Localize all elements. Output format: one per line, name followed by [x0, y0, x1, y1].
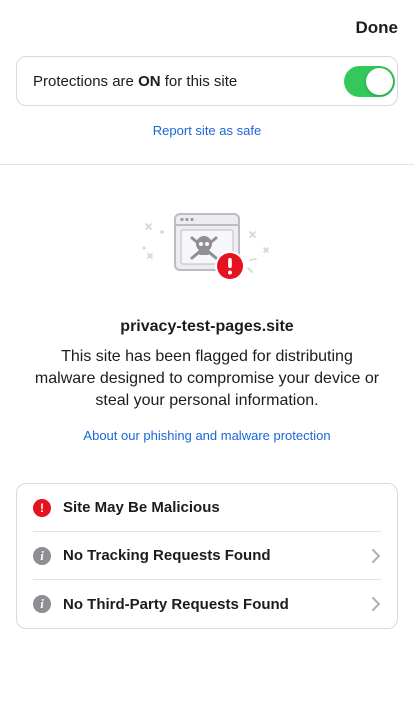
status-label: Site May Be Malicious [63, 499, 220, 516]
info-icon: i [33, 595, 51, 613]
protections-card: Protections are ON for this site [16, 56, 398, 106]
status-row-malicious: ! Site May Be Malicious [33, 484, 381, 532]
status-label: No Third-Party Requests Found [63, 595, 289, 613]
done-button[interactable]: Done [356, 18, 399, 38]
status-label: No Tracking Requests Found [63, 547, 271, 564]
browser-skull-warning-icon [142, 213, 269, 281]
site-domain: privacy-test-pages.site [120, 318, 294, 335]
info-icon: i [33, 546, 51, 565]
status-row-tracking[interactable]: i No Tracking Requests Found [33, 532, 381, 580]
protections-toggle[interactable] [344, 65, 395, 97]
toggle-knob [366, 67, 393, 95]
malware-warning-message: This site has been flagged for distribut… [34, 348, 380, 409]
protections-status-value: ON [138, 72, 161, 90]
protections-status-text: Protections are ON for this site [33, 72, 238, 90]
warning-icon: ! [33, 498, 51, 517]
privacy-dashboard: Done Protections are ON for this site Re… [0, 0, 414, 715]
chevron-right-icon [372, 548, 380, 563]
report-site-safe-link[interactable]: Report site as safe [0, 123, 414, 138]
status-list: ! Site May Be Malicious i No Tracking Re… [16, 483, 398, 629]
status-row-third-party[interactable]: i No Third-Party Requests Found [33, 580, 381, 628]
chevron-right-icon [372, 597, 380, 611]
about-protection-link[interactable]: About our phishing and malware protectio… [0, 428, 414, 443]
divider [0, 164, 414, 165]
